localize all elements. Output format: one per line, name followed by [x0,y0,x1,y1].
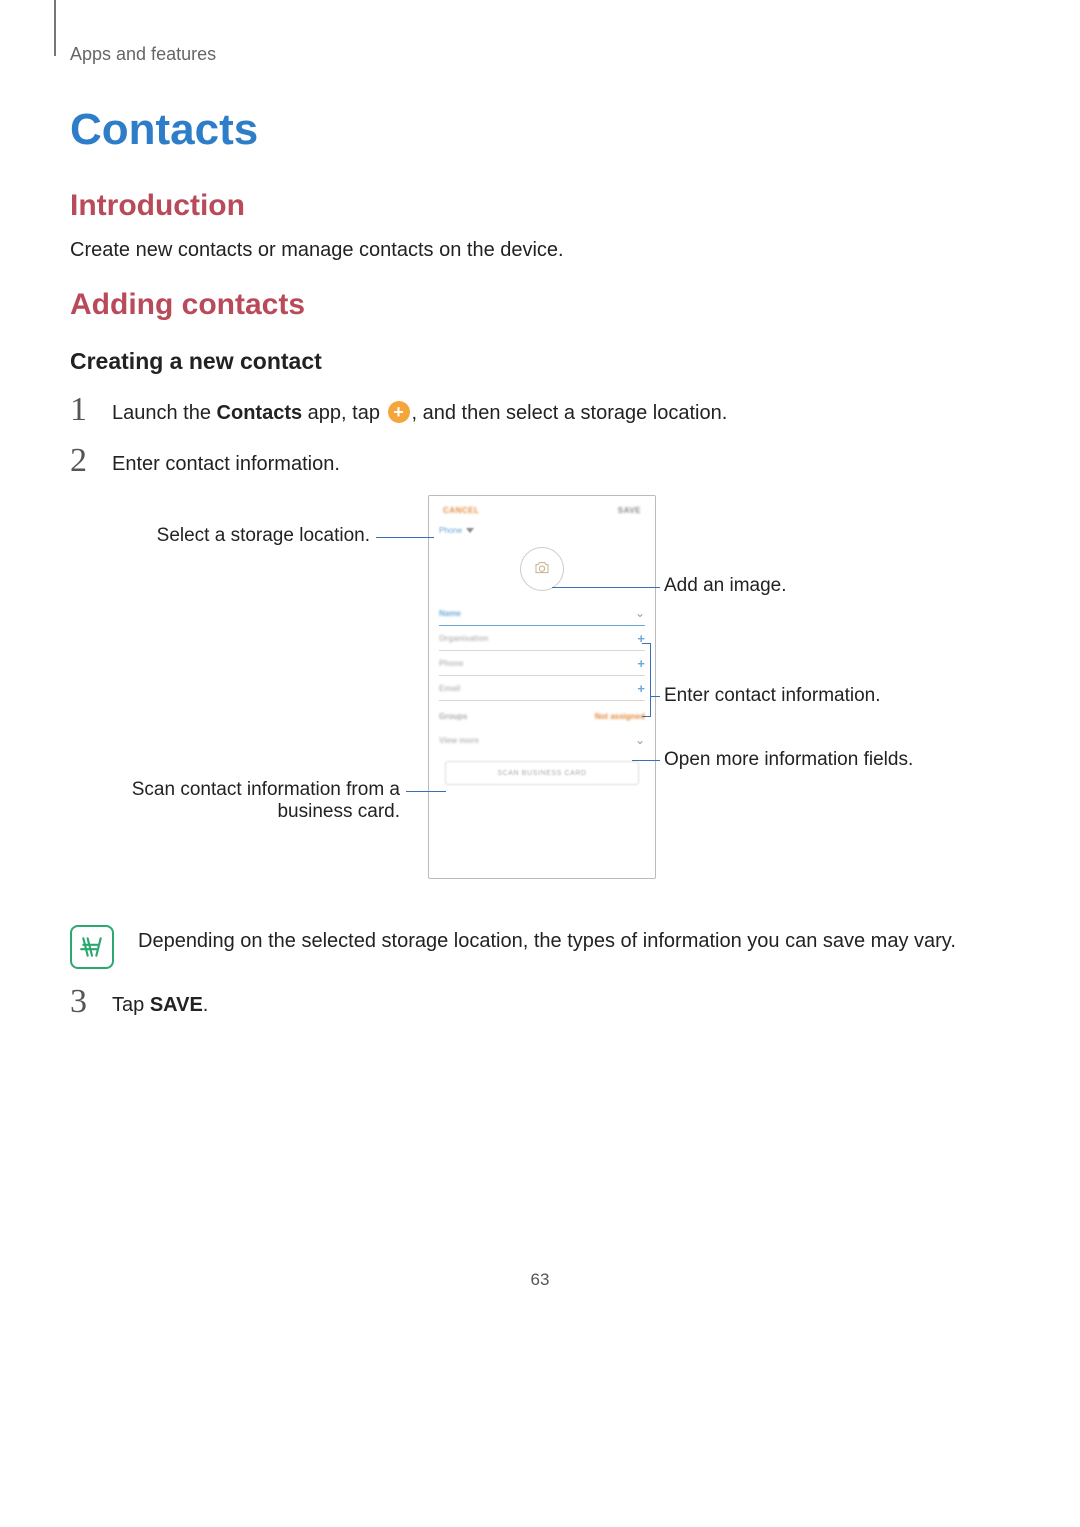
text-bold: Contacts [217,402,303,424]
add-image-button[interactable] [520,547,564,591]
bracket [642,643,651,717]
field-label: Phone [439,659,463,668]
step-text: Launch the Contacts app, tap +, and then… [112,393,727,428]
groups-value: Not assigned [595,712,645,721]
text-fragment: Tap [112,994,150,1016]
storage-selector[interactable]: Phone [429,524,655,541]
note-icon [70,925,114,969]
organisation-field[interactable]: Organisation + [439,626,645,651]
more-label: View more [439,736,479,745]
storage-label: Phone [439,526,462,535]
step-text: Tap SAVE. [112,985,208,1020]
field-label: Name [439,609,461,618]
email-field[interactable]: Email + [439,676,645,701]
step-3: 3 Tap SAVE. [70,985,1010,1020]
page-number: 63 [70,1270,1010,1290]
step-number: 3 [70,985,94,1019]
subsection-creating-contact: Creating a new contact [70,348,1010,375]
text-line: business card. [277,801,400,822]
step-1: 1 Launch the Contacts app, tap +, and th… [70,393,1010,428]
text-bold: SAVE [150,994,203,1016]
groups-label: Groups [439,712,467,721]
chevron-down-icon: ⌄ [635,733,645,747]
callout-fields: Enter contact information. [664,685,881,707]
leader-line [650,696,660,697]
callout-storage: Select a storage location. [70,525,370,547]
leader-line [406,791,446,792]
note: Depending on the selected storage locati… [70,925,1010,969]
text-fragment: , and then select a storage location. [412,402,728,424]
scan-card-button[interactable]: SCAN BUSINESS CARD [445,761,639,785]
text-fragment: Launch the [112,402,217,424]
callout-scan: Scan contact information from a business… [70,779,400,823]
breadcrumb: Apps and features [70,44,1010,65]
phone-action-bar: CANCEL SAVE [429,496,655,524]
phone-field[interactable]: Phone + [439,651,645,676]
note-text: Depending on the selected storage locati… [138,925,956,956]
text-fragment: app, tap [302,402,385,424]
plus-icon: + [388,401,410,423]
view-more-row[interactable]: View more ⌄ [439,729,645,751]
step-text: Enter contact information. [112,444,340,479]
callout-more: Open more information fields. [664,749,913,771]
field-label: Organisation [439,634,488,643]
step-2: 2 Enter contact information. [70,444,1010,479]
cancel-button[interactable]: CANCEL [443,506,479,515]
groups-row[interactable]: Groups Not assigned [439,705,645,727]
phone-mock: CANCEL SAVE Phone Name ⌄ Organisation + [428,495,656,879]
leader-line [632,760,660,761]
camera-icon [534,561,550,578]
leader-line [552,587,660,588]
illustration: CANCEL SAVE Phone Name ⌄ Organisation + [70,495,1010,915]
text-fragment: . [203,994,209,1016]
save-button[interactable]: SAVE [618,506,641,515]
chevron-down-icon: ⌄ [635,606,645,620]
name-field[interactable]: Name ⌄ [439,601,645,626]
section-introduction: Introduction [70,189,1010,223]
step-number: 2 [70,444,94,478]
text-line: Scan contact information from a [132,779,400,800]
callout-image: Add an image. [664,575,787,597]
section-adding-contacts: Adding contacts [70,288,1010,322]
field-label: Email [439,684,460,693]
intro-text: Create new contacts or manage contacts o… [70,237,1010,264]
step-number: 1 [70,393,94,427]
leader-line [376,537,434,538]
page-title: Contacts [70,105,1010,155]
page-edge-marker [54,0,56,56]
dropdown-icon [466,528,474,533]
